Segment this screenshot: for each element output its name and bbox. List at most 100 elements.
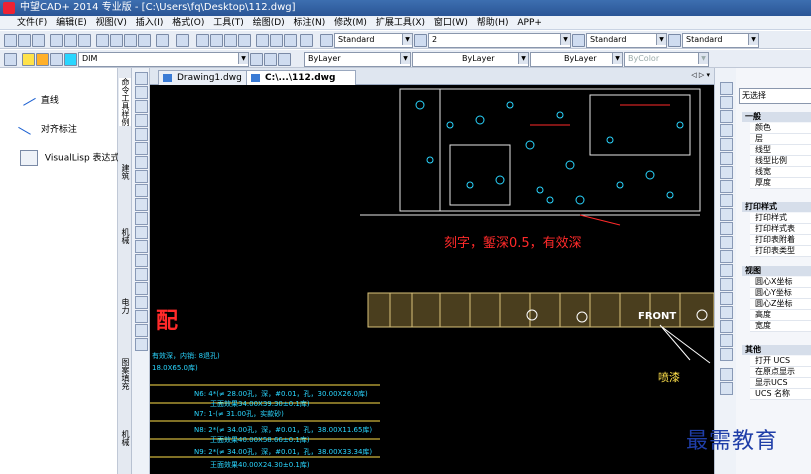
offset-tool-icon[interactable]: [720, 124, 733, 137]
property-row[interactable]: 打印样式: [750, 213, 811, 224]
drawing-canvas[interactable]: 刻字，錾深0.5，有效深 配 FRONT 喷漆 有效深，内销: 8退孔) 18.…: [150, 85, 714, 474]
help-icon[interactable]: [300, 34, 313, 47]
property-row[interactable]: 线型: [750, 145, 811, 156]
layer-select[interactable]: DIM ▼: [78, 52, 249, 67]
line-tool-icon[interactable]: [135, 72, 148, 85]
polygon-tool-icon[interactable]: [135, 114, 148, 127]
chamfer-tool-icon[interactable]: [720, 264, 733, 277]
palette-tab-architecture[interactable]: 建筑: [119, 164, 131, 180]
dim-style-select[interactable]: 2 ▼: [428, 33, 571, 48]
circle-tool-icon[interactable]: [135, 156, 148, 169]
property-row[interactable]: 圆心Z坐标: [750, 299, 811, 310]
menu-modify[interactable]: 修改(M): [331, 16, 370, 30]
palette-item-visuallisp[interactable]: VisualLisp 表达式: [20, 150, 120, 166]
property-row[interactable]: 颜色: [750, 123, 811, 134]
property-row[interactable]: 线型比例: [750, 156, 811, 167]
break-tool-icon[interactable]: [720, 236, 733, 249]
arc-tool-icon[interactable]: [135, 142, 148, 155]
hatch-tool-icon[interactable]: [135, 268, 148, 281]
palette-tab-mechanical-2[interactable]: 机械: [119, 430, 131, 446]
fillet-tool-icon[interactable]: [720, 278, 733, 291]
property-row[interactable]: 层: [750, 134, 811, 145]
ellipse-tool-icon[interactable]: [135, 198, 148, 211]
pan-icon[interactable]: [196, 34, 209, 47]
new-icon[interactable]: [4, 34, 17, 47]
property-group-plot-style[interactable]: 打印样式: [742, 202, 811, 212]
layer-manager-icon[interactable]: [4, 53, 17, 66]
join-tool-icon[interactable]: [720, 250, 733, 263]
layer-states-icon[interactable]: [278, 53, 291, 66]
publish-icon[interactable]: [78, 34, 91, 47]
open-icon[interactable]: [18, 34, 31, 47]
zoom-window-icon[interactable]: [224, 34, 237, 47]
property-row[interactable]: 宽度: [750, 321, 811, 332]
property-row[interactable]: 打开 UCS: [750, 356, 811, 367]
property-row[interactable]: 打印表附着: [750, 235, 811, 246]
menu-draw[interactable]: 绘图(D): [250, 16, 288, 30]
spline-tool-icon[interactable]: [135, 184, 148, 197]
menu-app[interactable]: APP+: [514, 16, 545, 30]
table-style-select[interactable]: Standard ▼: [586, 33, 667, 48]
undo-icon[interactable]: [156, 34, 169, 47]
point-tool-icon[interactable]: [135, 254, 148, 267]
zoom-icon[interactable]: [210, 34, 223, 47]
property-group-misc[interactable]: 其他: [742, 345, 811, 355]
text-style-select[interactable]: Standard ▼: [334, 33, 413, 48]
mtext-tool-icon[interactable]: [135, 324, 148, 337]
lineweight-select[interactable]: ByLayer ▼: [530, 52, 623, 67]
palette-tab-electrical[interactable]: 电力: [119, 298, 131, 314]
print-icon[interactable]: [50, 34, 63, 47]
revcloud-tool-icon[interactable]: [135, 170, 148, 183]
edit-hatch-tool-icon[interactable]: [720, 334, 733, 347]
property-row[interactable]: 显示UCS: [750, 378, 811, 389]
menu-file[interactable]: 文件(F): [14, 16, 50, 30]
menu-format[interactable]: 格式(O): [169, 16, 207, 30]
save-icon[interactable]: [32, 34, 45, 47]
rotate-tool-icon[interactable]: [720, 166, 733, 179]
paste-icon[interactable]: [124, 34, 137, 47]
properties-tool-icon[interactable]: [720, 382, 733, 395]
menu-dimension[interactable]: 标注(N): [291, 16, 329, 30]
array-tool-icon[interactable]: [720, 138, 733, 151]
multileader-style-select[interactable]: Standard ▼: [682, 33, 759, 48]
palette-tab-commands[interactable]: 命令工具样例: [119, 78, 131, 126]
explode-tool-icon[interactable]: [720, 292, 733, 305]
property-row[interactable]: 线宽: [750, 167, 811, 178]
preview-icon[interactable]: [64, 34, 77, 47]
tool-palettes-icon[interactable]: [284, 34, 297, 47]
polyline-tool-icon[interactable]: [135, 100, 148, 113]
zoom-previous-icon[interactable]: [238, 34, 251, 47]
property-row[interactable]: 打印表类型: [750, 246, 811, 257]
mirror-tool-icon[interactable]: [720, 110, 733, 123]
property-row[interactable]: 圆心X坐标: [750, 277, 811, 288]
trim-tool-icon[interactable]: [720, 208, 733, 221]
selection-dropdown[interactable]: 无选择: [739, 88, 811, 104]
align-tool-icon[interactable]: [720, 368, 733, 381]
design-center-icon[interactable]: [270, 34, 283, 47]
edit-polyline-tool-icon[interactable]: [720, 320, 733, 333]
insert-block-tool-icon[interactable]: [135, 226, 148, 239]
move-tool-icon[interactable]: [720, 152, 733, 165]
extend-tool-icon[interactable]: [720, 222, 733, 235]
tab-112-dwg[interactable]: C:\...\112.dwg: [246, 70, 356, 86]
property-row[interactable]: 厚度: [750, 178, 811, 189]
property-row[interactable]: 打印样式表: [750, 224, 811, 235]
palette-tab-hatch[interactable]: 图案填充: [119, 358, 131, 390]
tab-scroll-arrows[interactable]: ◁ ▷ ▾: [691, 71, 710, 79]
color-select[interactable]: ByLayer ▼: [304, 52, 411, 67]
menu-extensions[interactable]: 扩展工具(X): [373, 16, 428, 30]
property-group-view[interactable]: 视图: [742, 266, 811, 276]
table-tool-icon[interactable]: [135, 310, 148, 323]
copy-tool-icon[interactable]: [720, 96, 733, 109]
edit-text-tool-icon[interactable]: [720, 348, 733, 361]
palette-item-aligned-dimension[interactable]: 对齐标注: [18, 118, 77, 135]
property-row[interactable]: 圆心Y坐标: [750, 288, 811, 299]
layer-previous-icon[interactable]: [264, 53, 277, 66]
ellipse-arc-tool-icon[interactable]: [135, 212, 148, 225]
match-properties-icon[interactable]: [138, 34, 151, 47]
xline-tool-icon[interactable]: [135, 86, 148, 99]
lengthen-tool-icon[interactable]: [720, 306, 733, 319]
palette-item-line[interactable]: 直线: [18, 89, 59, 106]
gradient-tool-icon[interactable]: [135, 282, 148, 295]
properties-icon[interactable]: [256, 34, 269, 47]
